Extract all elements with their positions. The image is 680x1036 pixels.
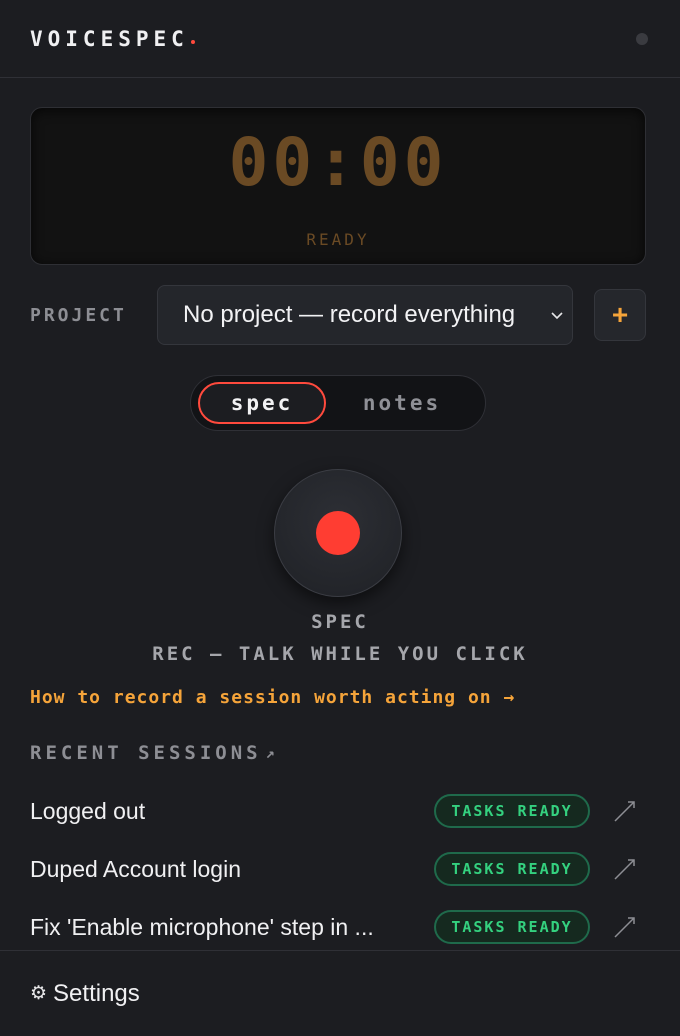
status-badge: TASKS READY bbox=[434, 852, 590, 886]
session-title: Duped Account login bbox=[30, 855, 241, 882]
tab-notes[interactable]: notes bbox=[338, 382, 466, 424]
timer-display: 00:00 READY bbox=[30, 107, 646, 265]
external-link-icon: ↗ bbox=[265, 744, 275, 762]
open-session-icon[interactable] bbox=[612, 914, 638, 940]
settings-label: Settings bbox=[53, 979, 140, 1007]
project-row: PROJECT No project — record everything + bbox=[30, 285, 646, 345]
settings-button[interactable]: ⚙ Settings bbox=[30, 980, 140, 1008]
connection-status-indicator bbox=[636, 32, 648, 45]
gear-icon: ⚙ bbox=[30, 983, 48, 1004]
session-title: Fix 'Enable microphone' step in ... bbox=[30, 913, 374, 940]
open-session-icon[interactable] bbox=[612, 856, 638, 882]
recent-sessions-title: RECENT SESSIONS bbox=[30, 742, 262, 764]
status-badge: TASKS READY bbox=[434, 794, 590, 828]
record-icon bbox=[316, 511, 360, 555]
record-button[interactable] bbox=[274, 469, 402, 597]
recording-guide-link[interactable]: How to record a session worth acting on … bbox=[30, 687, 515, 708]
status-badge: TASKS READY bbox=[434, 910, 590, 944]
brand-dot bbox=[190, 39, 195, 44]
session-item[interactable]: Fix 'Enable microphone' step in ... TASK… bbox=[30, 898, 650, 956]
add-project-button[interactable]: + bbox=[594, 289, 646, 341]
tab-spec[interactable]: spec bbox=[198, 382, 326, 424]
project-select-value: No project — record everything bbox=[183, 301, 516, 328]
open-session-icon[interactable] bbox=[612, 798, 638, 824]
mode-toggle: spec notes bbox=[190, 375, 486, 431]
project-label: PROJECT bbox=[30, 304, 127, 326]
record-hint: REC — TALK WHILE YOU CLICK bbox=[152, 643, 528, 665]
recent-sessions-header[interactable]: RECENT SESSIONS ↗ bbox=[30, 742, 275, 764]
session-item[interactable]: Duped Account login TASKS READY bbox=[30, 840, 650, 898]
record-mode-label: SPEC bbox=[311, 611, 369, 633]
timer-status: READY bbox=[306, 230, 370, 249]
brand-name: VOICESPEC bbox=[30, 26, 189, 51]
app-header: VOICESPEC bbox=[0, 0, 680, 78]
chevron-down-icon bbox=[551, 312, 563, 320]
project-select[interactable]: No project — record everything bbox=[157, 285, 573, 345]
brand-logo: VOICESPEC bbox=[30, 27, 195, 51]
session-title: Logged out bbox=[30, 797, 146, 824]
session-item[interactable]: Logged out TASKS READY bbox=[30, 782, 650, 840]
plus-icon: + bbox=[611, 299, 629, 330]
app-footer: ⚙ Settings bbox=[0, 950, 680, 1036]
timer-time: 00:00 bbox=[228, 124, 448, 201]
recent-sessions-list: Logged out TASKS READY Duped Account log… bbox=[30, 782, 650, 956]
